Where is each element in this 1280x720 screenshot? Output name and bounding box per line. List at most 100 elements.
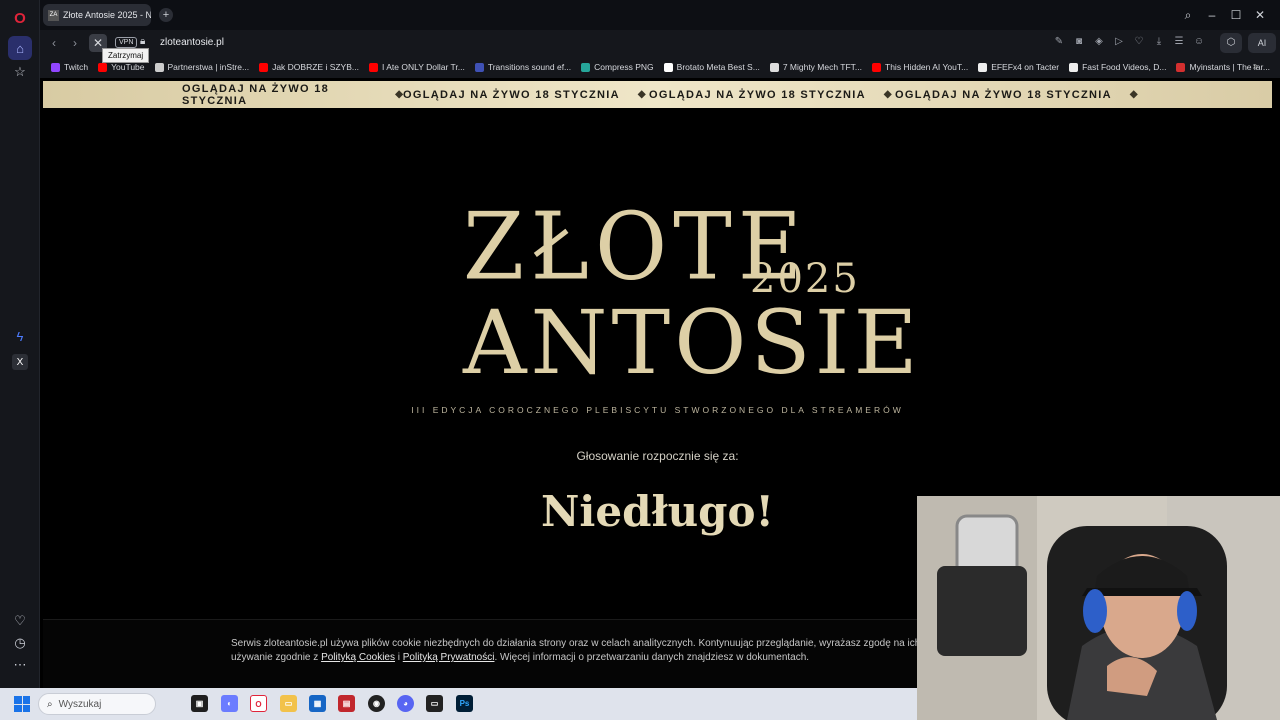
bookmark-item[interactable]: EFEFx4 on Tacter	[978, 62, 1059, 72]
edition-subtitle: III EDYCJA COROCZNEGO PLEBISCYTU STWORZO…	[411, 405, 904, 415]
bookmark-item[interactable]: 7 Mighty Mech TFT...	[769, 62, 863, 72]
bookmark-item[interactable]: YouTube	[98, 62, 145, 72]
search-icon: ⌕	[47, 698, 53, 710]
taskbar-search[interactable]: ⌕ Wyszukaj	[38, 693, 156, 715]
diamond-separator-icon: ◆	[1129, 89, 1138, 100]
ticker-item: OGLĄDAJ NA ŻYWO 18 STYCZNIA ◆	[649, 89, 895, 101]
tab-favicon-icon: ZA	[48, 9, 59, 21]
tab-active[interactable]: ZA Złote Antosie 2025 - Naj…	[43, 4, 151, 26]
maximize-icon[interactable]: ☐	[1227, 6, 1245, 24]
bookmark-label: This Hidden AI YouT...	[885, 62, 969, 72]
back-icon[interactable]: ‹	[45, 34, 63, 52]
cookie-and: i	[394, 652, 403, 663]
cookie-text-3: . Więcej informacji o przetwarzaniu dany…	[494, 652, 810, 663]
obs-icon[interactable]: ◉	[368, 695, 385, 712]
ticker-item: OGLĄDAJ NA ŻYWO 18 STYCZNIA ◆	[895, 89, 1141, 101]
logo-line-2: ANTOSIE	[463, 291, 922, 394]
stop-tooltip: Zatrzymaj	[102, 48, 150, 63]
messenger-icon[interactable]: ϟ	[11, 327, 29, 345]
history-clock-icon[interactable]: ◷	[11, 634, 29, 652]
vpn-badge[interactable]: VPN	[115, 37, 138, 48]
privacy-policy-link[interactable]: Polityką Prywatności	[403, 652, 495, 663]
bookmark-label: 7 Mighty Mech TFT...	[782, 62, 863, 72]
heart-icon[interactable]: ♡	[11, 612, 29, 630]
copilot-icon[interactable]: ◐	[221, 695, 238, 712]
bookmark-favicon-icon	[368, 62, 378, 72]
bookmark-label: I Ate ONLY Dollar Tr...	[381, 62, 465, 72]
terminal-icon[interactable]: ▭	[426, 695, 443, 712]
countdown-label: Głosowanie rozpocznie się za:	[576, 449, 739, 463]
live-ticker-banner[interactable]: OGLĄDAJ NA ŻYWO 18 STYCZNIA ◆ OGLĄDAJ NA Ż…	[43, 81, 1272, 108]
bookmark-item[interactable]: Transitions sound ef...	[474, 62, 572, 72]
cookie-text-2: używanie zgodnie z	[231, 652, 322, 663]
bookmark-favicon-icon	[259, 62, 269, 72]
play-icon[interactable]: ▷	[1112, 36, 1126, 47]
bookmark-favicon-icon	[978, 62, 988, 72]
ticker-text: OGLĄDAJ NA ŻYWO 18 STYCZNIA	[182, 82, 330, 107]
menu-icon[interactable]: ☰	[1172, 36, 1186, 47]
ticker-item: OGLĄDAJ NA ŻYWO 18 STYCZNIA ◆	[403, 89, 649, 101]
task-view-icon[interactable]: ▣	[191, 695, 208, 712]
bookmark-item[interactable]: This Hidden AI YouT...	[872, 62, 968, 72]
url-field[interactable]: zloteantosie.pl	[160, 37, 224, 48]
home-icon[interactable]: ⌂	[8, 36, 32, 60]
bookmark-item[interactable]: Brotato Meta Best S...	[663, 62, 760, 72]
diamond-separator-icon: ◆	[637, 89, 646, 100]
bookmark-favicon-icon	[769, 62, 779, 72]
cookie-policy-link[interactable]: Polityką Cookies	[321, 652, 395, 663]
opera-logo-icon[interactable]: O	[11, 9, 29, 27]
new-tab-icon[interactable]: +	[159, 8, 173, 22]
address-bar: ‹ › ✕ VPN 🔒︎ zloteantosie.pl ✎ ◙ ◈ ▷ ♡ ⤓…	[40, 30, 1280, 56]
diamond-separator-icon: ◆	[395, 89, 403, 100]
bookmarks-overflow-icon[interactable]: »	[1252, 61, 1258, 72]
x-twitter-icon[interactable]: X	[12, 354, 28, 370]
heart-outline-icon[interactable]: ♡	[1132, 36, 1146, 47]
taskbar-search-placeholder: Wyszukaj	[58, 698, 102, 710]
bookmark-item[interactable]: Jak DOBRZE i SZYB...	[259, 62, 359, 72]
store-icon[interactable]: ▦	[309, 695, 326, 712]
windows-start-icon[interactable]	[14, 696, 30, 712]
download-icon[interactable]: ⤓	[1152, 36, 1166, 47]
bookmark-item[interactable]: Twitch	[51, 62, 88, 72]
bookmark-item[interactable]: I Ate ONLY Dollar Tr...	[368, 62, 465, 72]
ticker-text: OGLĄDAJ NA ŻYWO 18 STYCZNIA	[649, 88, 866, 101]
close-window-icon[interactable]: ✕	[1251, 6, 1269, 24]
bookmark-label: Transitions sound ef...	[487, 62, 572, 72]
shield-icon[interactable]: ◈	[1092, 36, 1106, 47]
camera-icon[interactable]: ◙	[1072, 36, 1086, 47]
bookmark-item[interactable]: Compress PNG	[581, 62, 654, 72]
bookmark-favicon-icon	[1069, 62, 1079, 72]
bookmark-item[interactable]: Partnerstwa | inStre...	[154, 62, 249, 72]
red-app-icon[interactable]: ▤	[338, 695, 355, 712]
bookmark-favicon-icon	[154, 62, 164, 72]
bookmark-favicon-icon	[663, 62, 673, 72]
bookmark-label: EFEFx4 on Tacter	[991, 62, 1060, 72]
bookmark-label: YouTube	[111, 62, 145, 72]
bookmark-favicon-icon	[51, 62, 60, 72]
bookmarks-bar: Twitch YouTube Partnerstwa | inStre... Jak …	[40, 56, 1280, 78]
minimize-icon[interactable]: –	[1203, 6, 1221, 24]
discord-icon[interactable]: ◕	[397, 695, 414, 712]
aria-ai-button[interactable]: AI	[1248, 33, 1276, 53]
bookmark-label: Compress PNG	[594, 62, 654, 72]
diamond-separator-icon: ◆	[883, 89, 892, 100]
photoshop-icon[interactable]: Ps	[456, 695, 473, 712]
tab-strip: ZA Złote Antosie 2025 - Naj… + ⌕ – ☐ ✕	[40, 0, 1280, 30]
forward-icon[interactable]: ›	[66, 34, 84, 52]
lock-icon[interactable]: 🔒︎	[140, 36, 145, 47]
ticker-text: OGLĄDAJ NA ŻYWO 18 STYCZNIA	[403, 88, 620, 101]
tab-title: Złote Antosie 2025 - Naj…	[63, 10, 151, 20]
more-dots-icon[interactable]: ⋯	[11, 656, 29, 674]
webcam-image	[917, 496, 1280, 720]
bookmark-item[interactable]: Fast Food Videos, D...	[1069, 62, 1166, 72]
bookmark-favicon-icon	[581, 62, 591, 72]
file-explorer-icon[interactable]: ▭	[280, 695, 297, 712]
bookmark-favicon-icon	[98, 62, 108, 72]
extensions-icon[interactable]: ⬡	[1220, 33, 1242, 53]
bookmark-label: Jak DOBRZE i SZYB...	[272, 62, 359, 72]
edit-icon[interactable]: ✎	[1052, 36, 1066, 47]
star-icon[interactable]: ☆	[11, 63, 29, 81]
opera-taskbar-icon[interactable]: O	[250, 695, 267, 712]
search-tabs-icon[interactable]: ⌕	[1179, 6, 1197, 24]
profile-icon[interactable]: ☺	[1192, 36, 1206, 47]
